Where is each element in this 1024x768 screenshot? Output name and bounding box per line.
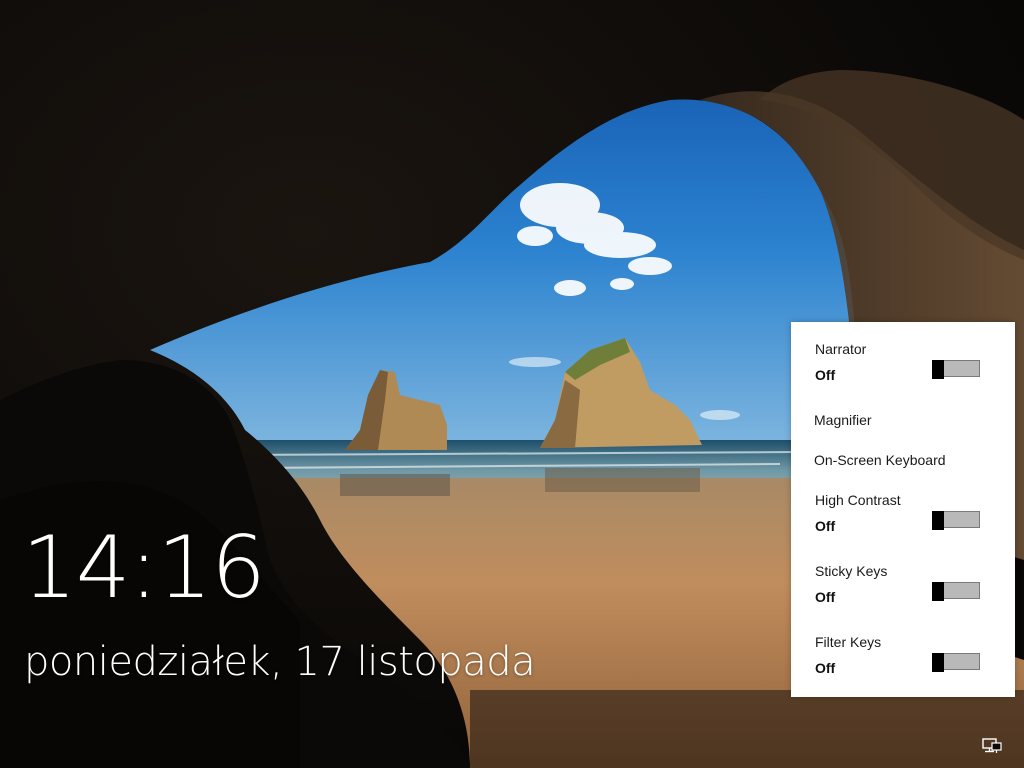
lock-screen-clock: 14:16 xyxy=(22,518,266,618)
high-contrast-status: Off xyxy=(815,518,836,534)
narrator-toggle[interactable] xyxy=(932,360,980,379)
lock-screen: 14:16 poniedziałek, 17 listopada Narrato… xyxy=(0,0,1024,768)
magnifier-button[interactable]: Magnifier xyxy=(814,411,872,429)
high-contrast-item: High Contrast Off xyxy=(815,491,991,534)
sticky-keys-toggle-thumb xyxy=(932,582,944,601)
ease-of-access-panel: Narrator Off Magnifier On-Screen Keyboar… xyxy=(791,322,1015,697)
narrator-item: Narrator Off xyxy=(815,340,991,383)
sticky-keys-item: Sticky Keys Off xyxy=(815,562,991,605)
narrator-toggle-thumb xyxy=(932,360,944,379)
sticky-keys-label: Sticky Keys xyxy=(815,563,888,579)
high-contrast-label: High Contrast xyxy=(815,492,901,508)
sticky-keys-toggle[interactable] xyxy=(932,582,980,601)
high-contrast-toggle[interactable] xyxy=(932,511,980,530)
narrator-label: Narrator xyxy=(815,341,867,357)
filter-keys-toggle[interactable] xyxy=(932,653,980,672)
on-screen-keyboard-button[interactable]: On-Screen Keyboard xyxy=(814,451,946,469)
filter-keys-item: Filter Keys Off xyxy=(815,633,991,676)
filter-keys-status: Off xyxy=(815,660,836,676)
filter-keys-toggle-thumb xyxy=(932,653,944,672)
filter-keys-label: Filter Keys xyxy=(815,634,882,650)
lock-screen-date: poniedziałek, 17 listopada xyxy=(24,639,536,685)
network-icon[interactable] xyxy=(982,738,1002,754)
sticky-keys-status: Off xyxy=(815,589,836,605)
narrator-status: Off xyxy=(815,367,836,383)
high-contrast-toggle-thumb xyxy=(932,511,944,530)
